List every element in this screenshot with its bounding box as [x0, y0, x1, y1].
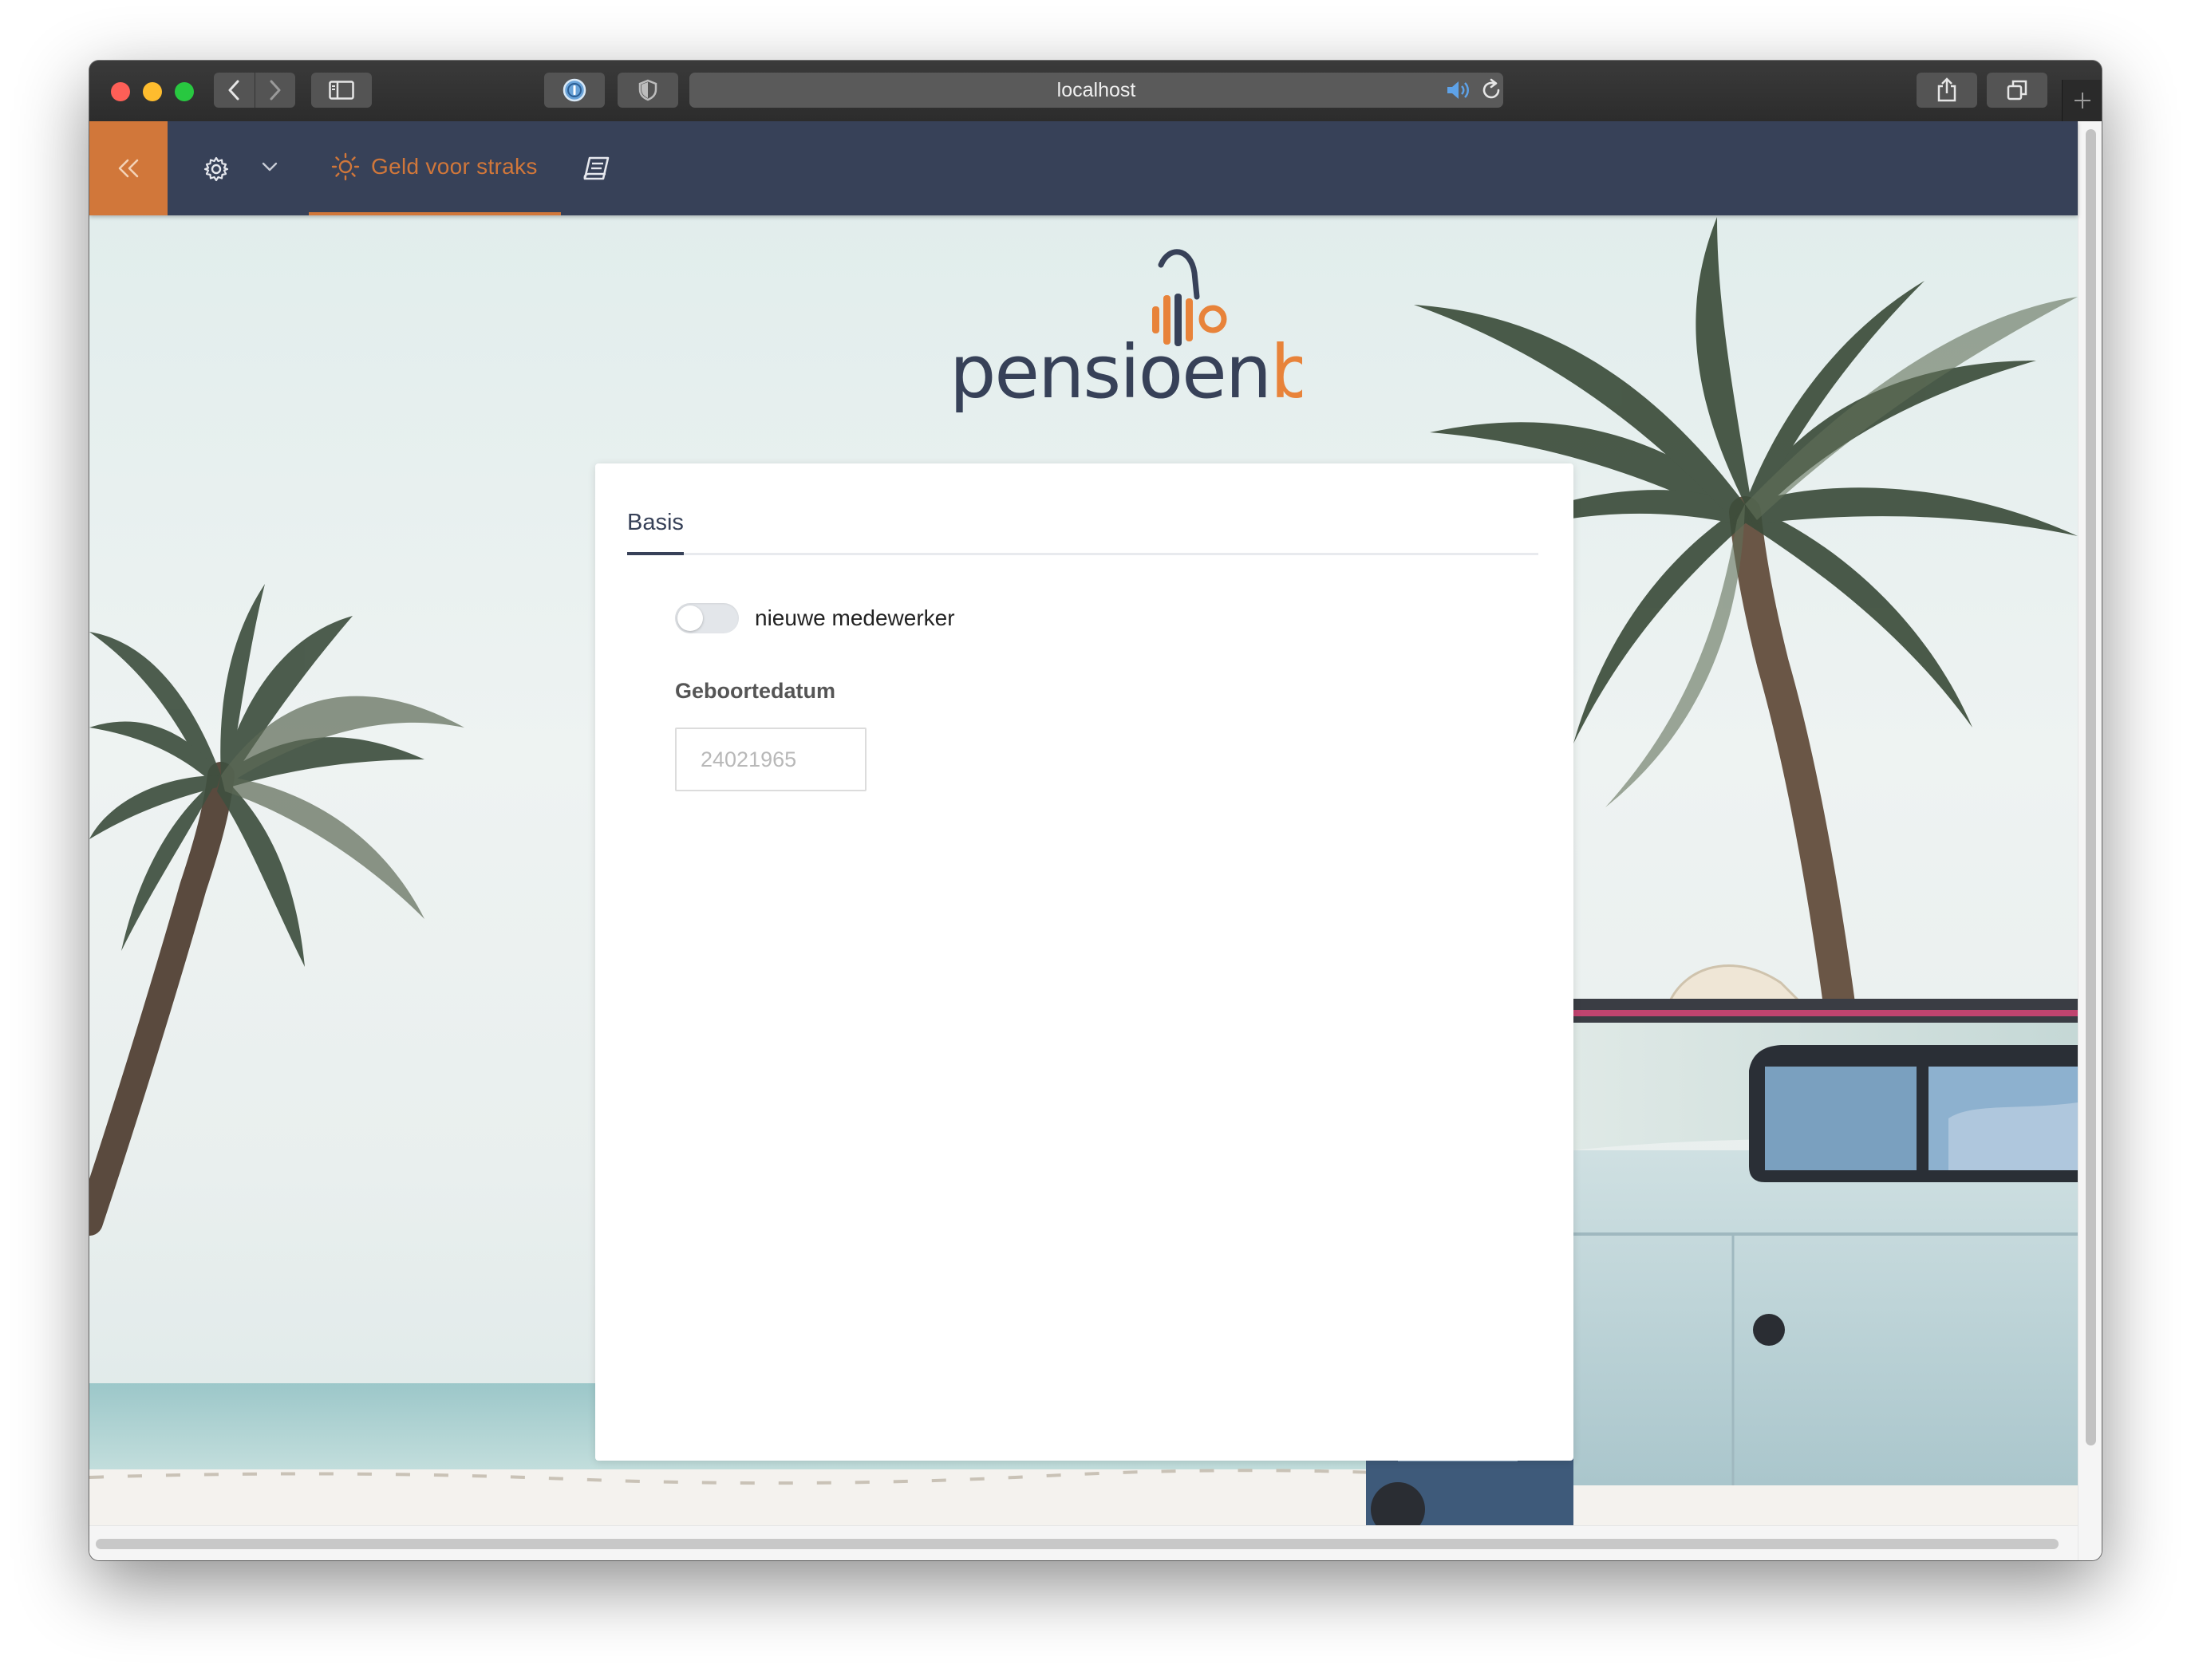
vertical-scrollbar[interactable] [2078, 121, 2102, 1560]
forward-button[interactable] [254, 73, 296, 108]
birthdate-label: Geboortedatum [675, 679, 836, 703]
collapse-menu-button[interactable] [89, 121, 168, 215]
tab-basis[interactable]: Basis [627, 510, 684, 555]
horizontal-scrollbar[interactable] [89, 1525, 2078, 1560]
address-bar-url: localhost [1056, 79, 1136, 101]
logo-text-main: pensioen [949, 329, 1270, 415]
settings-button[interactable] [203, 156, 230, 187]
pensioenbij-logo: pensioenbij [855, 241, 1355, 424]
new-employee-label: nieuwe medewerker [755, 605, 955, 630]
privacy-button[interactable] [618, 73, 678, 108]
sidebar-icon [329, 81, 354, 100]
sidebar-toggle-button[interactable] [311, 73, 372, 108]
history-nav [214, 73, 295, 108]
browser-window: localhost Geld voor straks pensioenb Bas… [89, 61, 2102, 1560]
book-icon [583, 156, 610, 180]
app-navbar: Geld voor straks [89, 121, 2078, 215]
share-button[interactable] [1917, 73, 1977, 108]
double-chevron-left-icon [118, 159, 139, 178]
horizontal-scrollbar-thumb[interactable] [96, 1539, 2059, 1549]
sun-icon [331, 152, 360, 181]
card-tab-bar: Basis [627, 495, 1538, 555]
chevron-right-icon [270, 80, 281, 101]
gear-icon [203, 156, 229, 182]
page-viewport: Geld voor straks pensioenb Basis nieuwe … [89, 121, 2102, 1560]
form-card: Basis nieuwe medewerker Geboortedatum [595, 463, 1573, 1461]
docs-button[interactable] [582, 156, 610, 186]
toggle-knob [677, 605, 703, 631]
new-employee-toggle[interactable] [675, 603, 739, 633]
tab-overview-button[interactable] [1987, 73, 2047, 108]
shield-icon [638, 79, 657, 101]
chevron-down-icon [262, 162, 278, 172]
settings-dropdown-toggle[interactable] [261, 161, 278, 176]
nav-tab-label: Geld voor straks [371, 154, 538, 179]
browser-toolbar: localhost [89, 61, 2102, 122]
chevron-left-icon [228, 80, 239, 101]
plus-icon [2075, 93, 2090, 108]
new-tab-button[interactable] [2062, 80, 2102, 121]
new-employee-toggle-row: nieuwe medewerker [675, 603, 955, 633]
password-manager-icon [563, 78, 586, 102]
back-button[interactable] [214, 73, 255, 108]
birthdate-input[interactable] [675, 728, 867, 791]
close-window-button[interactable] [111, 82, 130, 101]
logo-text-accent: bij [1270, 329, 1302, 415]
maximize-window-button[interactable] [175, 82, 194, 101]
reload-icon[interactable] [1479, 78, 1503, 102]
minimize-window-button[interactable] [143, 82, 162, 101]
tabs-icon [2007, 80, 2027, 101]
svg-text:pensioenbij: pensioenbij [949, 329, 1302, 415]
address-bar[interactable]: localhost [689, 73, 1503, 108]
password-manager-button[interactable] [544, 73, 605, 108]
vertical-scrollbar-thumb[interactable] [2086, 129, 2096, 1445]
share-icon [1937, 77, 1956, 102]
speaker-icon[interactable] [1444, 78, 1473, 102]
tab-geld-voor-straks[interactable]: Geld voor straks [309, 121, 561, 215]
